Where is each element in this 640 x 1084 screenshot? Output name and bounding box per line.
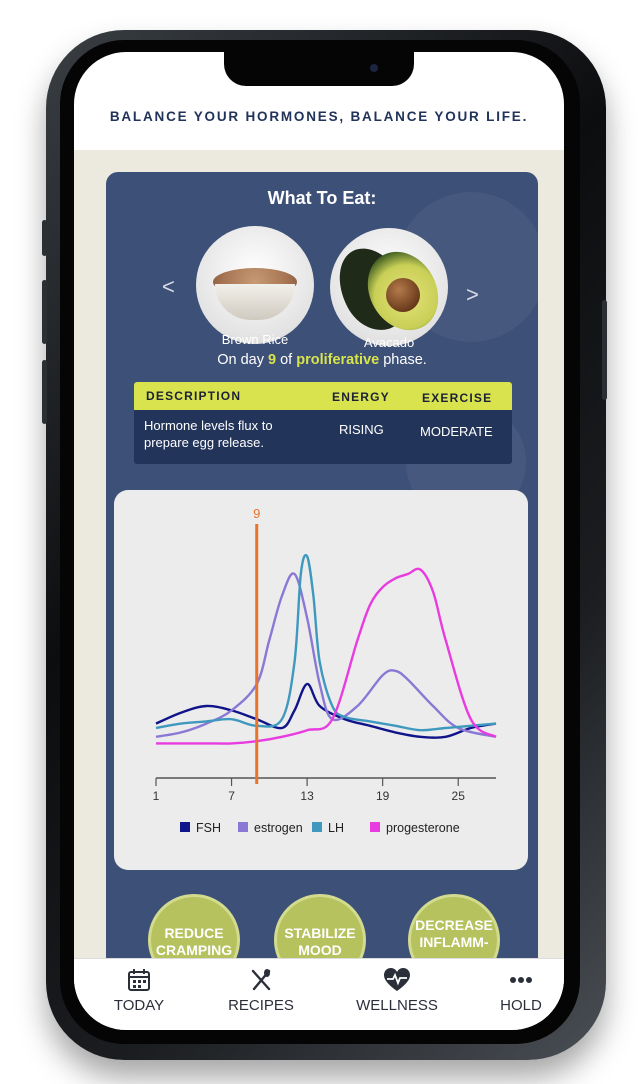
legend-label-estrogen: estrogen — [254, 821, 303, 835]
tagline: BALANCE YOUR HORMONES, BALANCE YOUR LIFE… — [109, 109, 529, 124]
header-description: DESCRIPTION — [146, 389, 242, 403]
cycle-day: 9 — [267, 352, 277, 368]
phase-suffix: phase. — [379, 352, 427, 368]
heart-pulse-icon — [384, 968, 410, 991]
legend-swatch-FSH — [180, 822, 190, 832]
food-label-brown-rice: Brown Rice — [221, 332, 289, 347]
mute-switch — [42, 220, 47, 256]
row-energy: RISING — [339, 422, 384, 437]
food-label-avocado: Avacado — [363, 335, 415, 350]
series-line-LH — [155, 553, 497, 732]
row-description: Hormone levels flux to prepare egg relea… — [144, 418, 273, 450]
utensils-icon — [251, 969, 271, 991]
legend-swatch-estrogen — [238, 822, 248, 832]
bottom-tab-bar: TODAY RECIPES WELLNESS HOLD — [74, 958, 564, 1030]
legend-swatch-progesterone — [370, 822, 380, 832]
tab-label-recipes: RECIPES — [228, 997, 294, 1014]
table-header: DESCRIPTION ENERGY EXERCISE — [134, 382, 512, 410]
bowl-shape — [215, 284, 295, 320]
day-marker-label: 9 — [253, 506, 260, 521]
brown-rice-image[interactable] — [196, 226, 314, 344]
tab-label-today: TODAY — [113, 997, 165, 1014]
phone-notch — [224, 52, 414, 86]
volume-down-button — [42, 360, 47, 424]
tab-wellness[interactable]: WELLNESS — [352, 967, 442, 1014]
more-dots-icon — [510, 977, 532, 983]
volume-up-button — [42, 280, 47, 344]
carousel-next-arrow[interactable]: > — [466, 282, 479, 308]
app-screen: BALANCE YOUR HORMONES, BALANCE YOUR LIFE… — [74, 52, 564, 1030]
calendar-icon — [128, 969, 150, 991]
hormone-chart-card: 1 7 13 19 25 9 FSH estrogen LH progesterone — [114, 490, 528, 870]
tab-label-wellness: WELLNESS — [356, 997, 438, 1014]
x-tick-label: 25 — [452, 789, 466, 803]
series-line-estrogen — [155, 572, 497, 738]
row-exercise: MODERATE — [420, 424, 493, 439]
tab-label-hold: HOLD — [500, 997, 542, 1014]
header-energy: ENERGY — [332, 390, 390, 404]
x-tick-label: 19 — [376, 789, 390, 803]
power-button — [602, 300, 607, 400]
x-tick-label: 1 — [153, 789, 160, 803]
phase-middle: of — [276, 352, 297, 368]
legend-label-LH: LH — [328, 821, 344, 835]
x-tick-label: 7 — [228, 789, 235, 803]
legend-label-FSH: FSH — [196, 821, 221, 835]
legend-swatch-LH — [312, 822, 322, 832]
avocado-pit — [386, 278, 420, 312]
avocado-image[interactable] — [325, 228, 453, 346]
phase-prefix: On day — [217, 352, 268, 368]
hormone-line-chart: 1 7 13 19 25 9 FSH estrogen LH progesterone — [153, 506, 497, 835]
header-exercise: EXERCISE — [422, 391, 493, 405]
x-tick-label: 13 — [300, 789, 314, 803]
front-camera — [370, 64, 378, 72]
tab-recipes[interactable]: RECIPES — [216, 967, 306, 1014]
legend-label-progesterone: progesterone — [386, 821, 460, 835]
what-to-eat-title: What To Eat: — [267, 188, 377, 208]
phase-info-table: DESCRIPTION ENERGY EXERCISE Hormone leve… — [134, 382, 512, 464]
tab-hold[interactable]: HOLD — [476, 967, 564, 1014]
tab-today[interactable]: TODAY — [94, 967, 184, 1014]
phase-name: proliferative — [296, 352, 380, 368]
cycle-day-line: On day 9 of proliferative phase. — [106, 352, 538, 368]
carousel-prev-arrow[interactable]: < — [162, 274, 175, 300]
